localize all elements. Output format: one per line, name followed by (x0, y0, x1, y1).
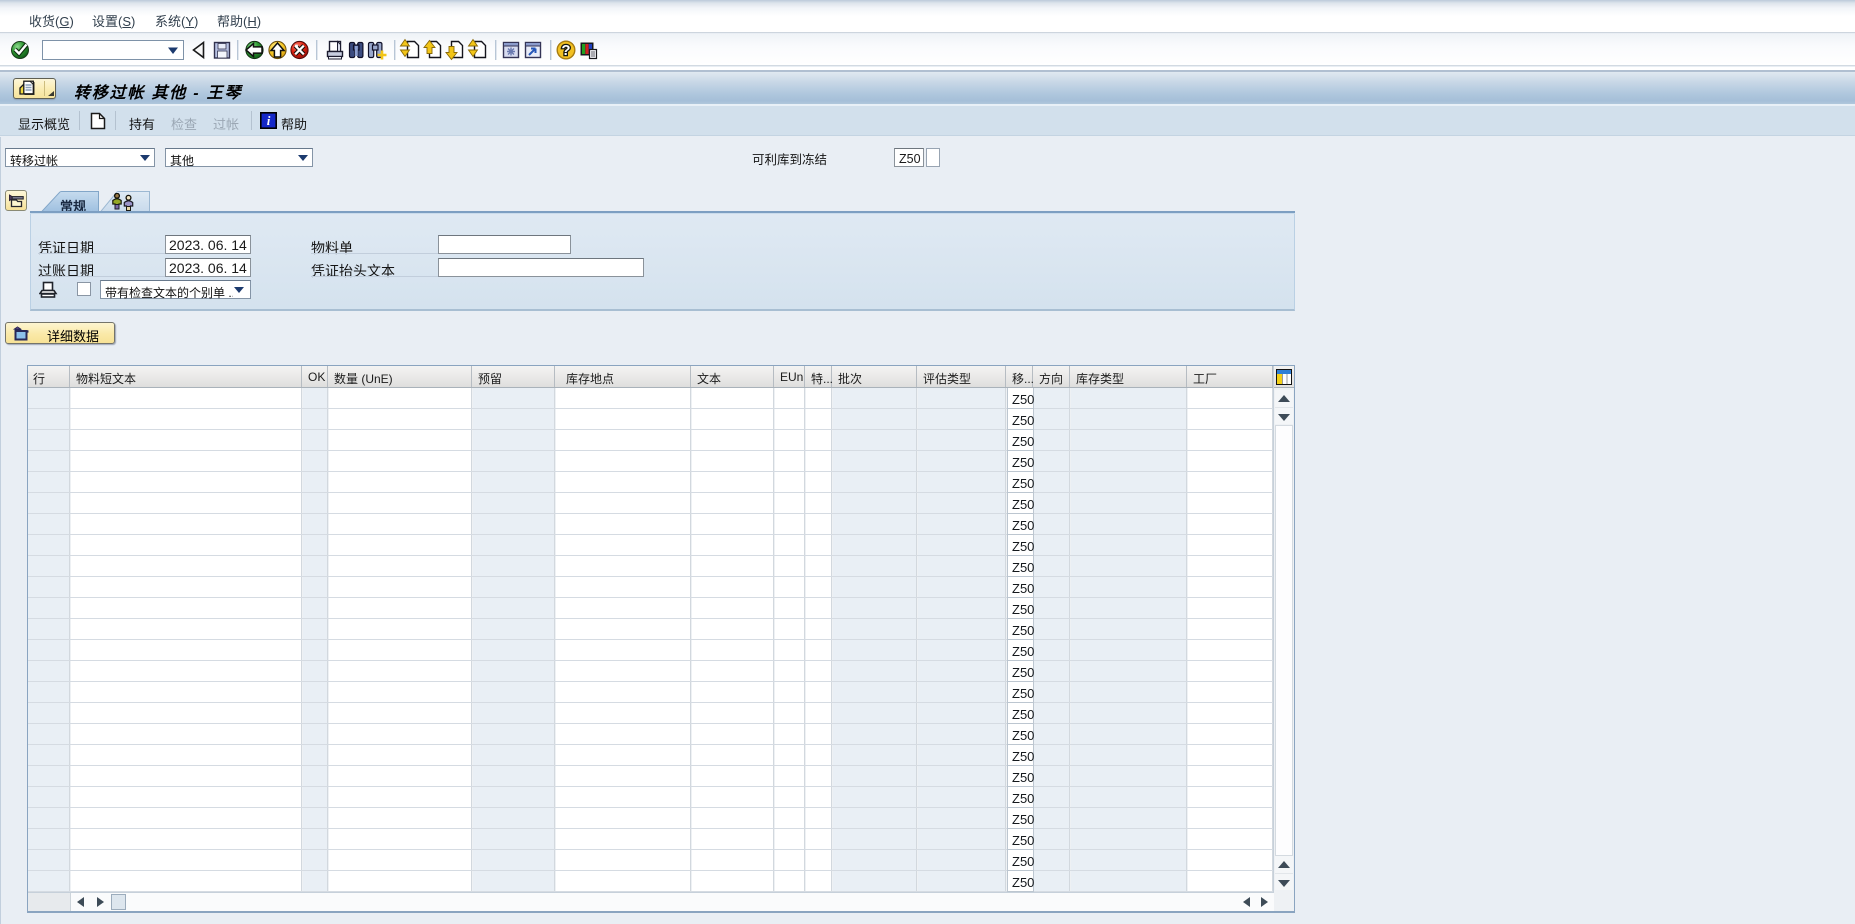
svg-text:i: i (267, 113, 271, 128)
svg-text:?: ? (561, 42, 570, 59)
